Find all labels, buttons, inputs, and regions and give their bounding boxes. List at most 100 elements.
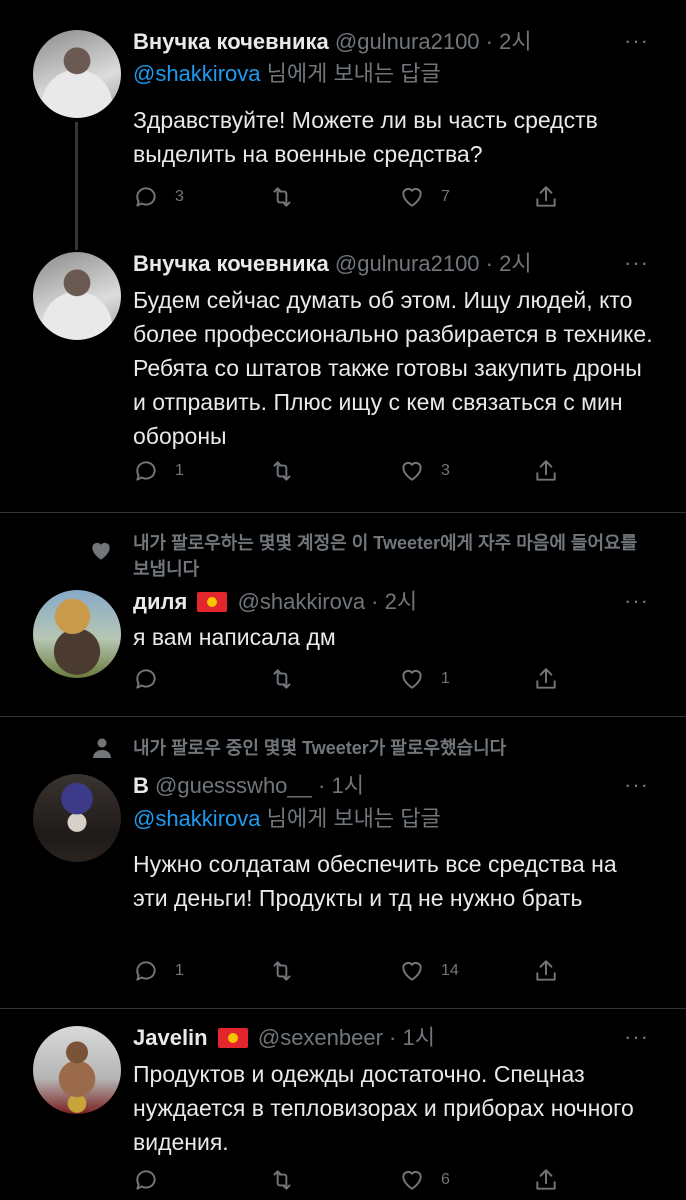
- tweet-actions: 1 14: [133, 956, 573, 986]
- author-handle[interactable]: @gulnura2100: [335, 251, 480, 276]
- reply-icon: [136, 961, 156, 981]
- tweet-actions: 1: [133, 664, 573, 694]
- reply-button[interactable]: [133, 1165, 175, 1195]
- tweet-text: Будем сейчас думать об этом. Ищу людей, …: [133, 287, 653, 449]
- like-count: 14: [441, 962, 459, 979]
- more-options-icon[interactable]: ···: [624, 772, 649, 798]
- author-name[interactable]: диля: [133, 589, 187, 614]
- author-name[interactable]: B: [133, 773, 149, 798]
- tweet-time[interactable]: 2시: [385, 589, 417, 614]
- more-options-icon[interactable]: ···: [624, 588, 649, 614]
- avatar[interactable]: [33, 590, 121, 678]
- reply-icon: [136, 669, 156, 689]
- reply-button[interactable]: 3: [133, 182, 184, 212]
- divider: [0, 1008, 686, 1009]
- reply-button[interactable]: 1: [133, 956, 184, 986]
- avatar[interactable]: [33, 774, 121, 862]
- like-count: 7: [441, 188, 450, 205]
- share-icon: [536, 186, 556, 207]
- share-button[interactable]: [533, 456, 559, 486]
- author-handle[interactable]: @shakkirova: [238, 589, 366, 614]
- reply-count: 3: [175, 188, 184, 205]
- tweet-header: B @guessswho__ · 1시: [133, 772, 364, 800]
- reply-context: @shakkirova 님에게 보내는 답글: [133, 60, 441, 88]
- retweet-button[interactable]: [269, 182, 311, 212]
- author-name[interactable]: Внучка кочевника: [133, 251, 329, 276]
- author-handle[interactable]: @guessswho__: [155, 773, 312, 798]
- mention-link[interactable]: @shakkirova: [133, 61, 261, 86]
- more-options-icon[interactable]: ···: [624, 1024, 649, 1050]
- person-icon: [93, 738, 111, 758]
- author-name[interactable]: Javelin: [133, 1025, 208, 1050]
- like-count: 6: [441, 1171, 450, 1188]
- reply-button[interactable]: [133, 664, 175, 694]
- like-button[interactable]: 6: [399, 1165, 450, 1195]
- share-button[interactable]: [533, 956, 559, 986]
- retweet-icon: [273, 961, 291, 981]
- tweet-text: Здравствуйте! Можете ли вы часть средств…: [133, 107, 598, 167]
- mention-link[interactable]: @shakkirova: [133, 806, 261, 831]
- like-count: 1: [441, 670, 450, 687]
- share-icon: [536, 460, 556, 481]
- reply-suffix: 님에게 보내는 답글: [260, 806, 441, 831]
- like-button[interactable]: 14: [399, 956, 459, 986]
- more-options-icon[interactable]: ···: [624, 28, 649, 54]
- author-handle[interactable]: @sexenbeer: [258, 1025, 383, 1050]
- reply-suffix: 님에게 보내는 답글: [260, 61, 441, 86]
- tweet-text: Продуктов и одежды достаточно. Спецназ н…: [133, 1061, 634, 1155]
- tweet-time[interactable]: 2시: [499, 251, 531, 276]
- tweet-header: Внучка кочевника @gulnura2100 · 2시: [133, 28, 532, 56]
- avatar[interactable]: [33, 1026, 121, 1114]
- retweet-button[interactable]: [269, 456, 311, 486]
- separator: ·: [479, 29, 500, 54]
- like-button[interactable]: 3: [399, 456, 450, 486]
- share-icon: [536, 668, 556, 689]
- heart-icon: [402, 461, 422, 481]
- reply-count: 1: [175, 962, 184, 979]
- tweet-time[interactable]: 1시: [403, 1025, 435, 1050]
- heart-icon: [402, 961, 422, 981]
- reply-button[interactable]: 1: [133, 456, 184, 486]
- reply-icon: [136, 1170, 156, 1190]
- retweet-icon: [273, 461, 291, 481]
- share-button[interactable]: [533, 182, 559, 212]
- share-icon: [536, 1169, 556, 1190]
- kyrgyzstan-flag-icon: [197, 592, 228, 612]
- share-button[interactable]: [533, 1165, 559, 1195]
- tweet-actions: 6: [133, 1165, 573, 1195]
- tweet-header: Внучка кочевника @gulnura2100 · 2시: [133, 250, 532, 278]
- divider: [0, 716, 686, 717]
- tweet-text: Нужно солдатам обеспечить все средства н…: [133, 851, 617, 911]
- separator: ·: [479, 251, 500, 276]
- reply-icon: [136, 461, 156, 481]
- heart-filled-icon: [92, 542, 110, 560]
- share-button[interactable]: [533, 664, 559, 694]
- author-handle[interactable]: @gulnura2100: [335, 29, 480, 54]
- tweet-time[interactable]: 2시: [499, 29, 531, 54]
- separator: ·: [365, 589, 385, 614]
- like-button[interactable]: 1: [399, 664, 450, 694]
- heart-icon: [402, 669, 422, 689]
- more-options-icon[interactable]: ···: [624, 250, 649, 276]
- retweet-icon: [273, 1170, 291, 1190]
- retweet-button[interactable]: [269, 1165, 311, 1195]
- social-context: 내가 팔로우하는 몇몇 계정은 이 Tweeter에게 자주 마음에 들어요를 …: [133, 533, 638, 579]
- tweet-text: я вам написала дм: [133, 624, 336, 650]
- separator: ·: [311, 773, 332, 798]
- retweet-button[interactable]: [269, 956, 311, 986]
- tweet-actions: 1 3: [133, 456, 573, 486]
- heart-icon: [402, 1170, 422, 1190]
- author-name[interactable]: Внучка кочевника: [133, 29, 329, 54]
- reply-count: 1: [175, 462, 184, 479]
- retweet-button[interactable]: [269, 664, 311, 694]
- thread-connector: [75, 122, 78, 250]
- tweet-header: диля @shakkirova · 2시: [133, 588, 417, 616]
- heart-icon: [402, 187, 422, 207]
- tweet-time[interactable]: 1시: [331, 773, 363, 798]
- like-button[interactable]: 7: [399, 182, 450, 212]
- social-context: 내가 팔로우 중인 몇몇 Tweeter가 팔로우했습니다: [133, 738, 507, 758]
- avatar[interactable]: [33, 30, 121, 118]
- tweet-header: Javelin @sexenbeer · 1시: [133, 1024, 435, 1052]
- avatar[interactable]: [33, 252, 121, 340]
- retweet-icon: [273, 187, 291, 207]
